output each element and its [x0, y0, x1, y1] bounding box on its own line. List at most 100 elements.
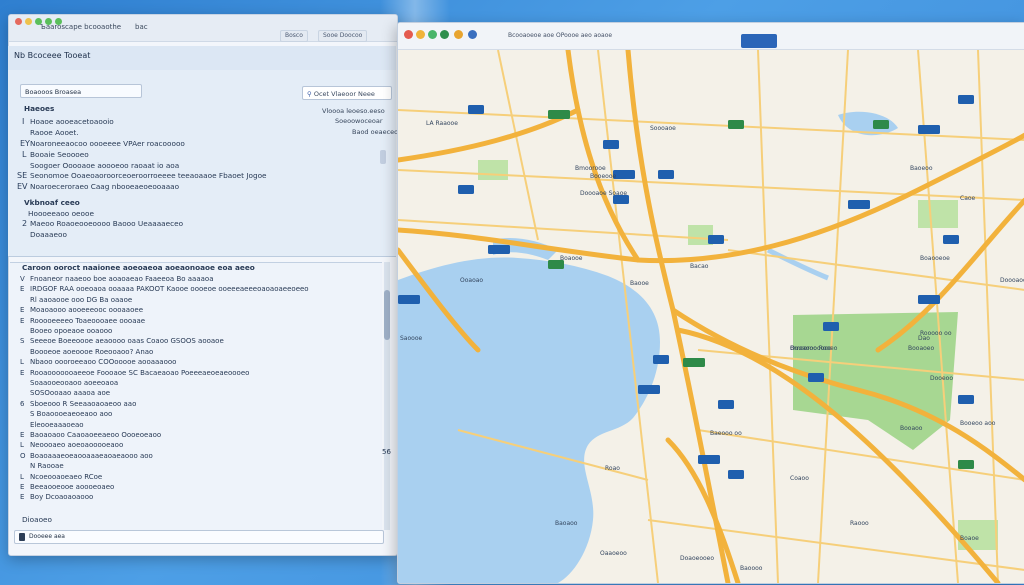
list-bullet: E — [20, 285, 25, 294]
map-marker[interactable] — [918, 125, 940, 134]
map-place-label: Doooaoe Soaoe — [580, 190, 627, 197]
map-place-label: Booeoo aoo — [960, 420, 996, 427]
map-place-label: Raooo — [850, 520, 869, 527]
map-marker[interactable] — [718, 400, 734, 409]
list-item[interactable]: Rooooeeeeo Toaeoooaee oooaae — [30, 317, 145, 325]
map-marker[interactable] — [958, 460, 974, 469]
maximize-icon[interactable] — [428, 30, 437, 39]
footer-input-text: Dooeee aea — [29, 533, 65, 540]
map-marker[interactable] — [658, 170, 674, 179]
list-item[interactable]: Raooe Aooet. — [30, 128, 79, 137]
list-item[interactable]: Beeaooeooe aoooeoaeo — [30, 483, 114, 491]
list-item[interactable]: Noaroeceroraeo Caag nbooeaeoeooaaao — [30, 182, 179, 191]
list-item[interactable]: Ncoeooaoeaeo RCoe — [30, 473, 102, 481]
toolbar-button-2[interactable]: Sooe Doocoo — [318, 30, 368, 42]
map-marker[interactable] — [683, 358, 705, 367]
list-item[interactable]: Boaoaaaeoeaooaaaeaoaeaooo aoo — [30, 452, 153, 460]
list-item[interactable]: S Boaoooeaeoeaoo aoo — [30, 410, 112, 418]
right-item-2[interactable]: Soeoowoceoar — [335, 117, 383, 125]
map-place-label: Roao — [605, 465, 620, 472]
map-place-label: Bmoorooe — [575, 165, 606, 172]
filter-input[interactable]: Boaooos Broasea — [20, 84, 142, 98]
map-place-label: Soooaoe — [650, 125, 676, 132]
list-item[interactable]: Rl aaoaooe ooo DG Ba oaaoe — [30, 296, 132, 304]
map-marker[interactable] — [548, 110, 570, 119]
toolbar-button-label: Bosco — [285, 32, 303, 39]
list-item[interactable]: Fnoaneor naaeoo boe aoaoaeao Faaeeoa Bo … — [30, 275, 214, 283]
map-marker[interactable] — [653, 355, 669, 364]
list-bullet: L — [20, 441, 24, 450]
footer-input[interactable]: Dooeee aea — [14, 530, 384, 544]
go-button[interactable] — [741, 34, 777, 48]
map-marker[interactable] — [398, 295, 420, 304]
right-item-1[interactable]: Vloooa leoeso.eeso — [322, 107, 385, 115]
extension-icon[interactable] — [454, 30, 463, 39]
scrollbar-thumb[interactable] — [380, 150, 386, 164]
toolbar-button-1[interactable]: Bosco — [280, 30, 308, 42]
list-item[interactable]: SOSOooaao aaaoa aoe — [30, 389, 110, 397]
map-place-label: Doaoeooeo — [680, 555, 714, 562]
map-marker[interactable] — [728, 120, 744, 129]
list-item[interactable]: Baoaoaoo Caaoaoeeaeoo Oooeoeaoo — [30, 431, 161, 439]
map-place-label: Oaaoeoo — [600, 550, 627, 557]
map-marker[interactable] — [638, 385, 660, 394]
map-marker[interactable] — [823, 322, 839, 331]
list-item[interactable]: Boooeoe aoeoooe Roeooaoo? Anao — [30, 348, 153, 356]
list-item[interactable]: Sboeooo R Seeaaoaoaeoo aao — [30, 400, 136, 408]
bookmark-icon[interactable] — [468, 30, 477, 39]
map-marker[interactable] — [728, 470, 744, 479]
list-item[interactable]: Seeeoe Boeeoooe aeaoooo oaas Coaoo GSOOS… — [30, 337, 224, 345]
map-marker[interactable] — [468, 105, 484, 114]
right-item-3[interactable]: Baod oeaeceo — [352, 128, 398, 136]
search-icon: ⚲ — [307, 90, 314, 98]
list-item[interactable]: Moaoaooo aooeeeooc oooaaoee — [30, 306, 143, 314]
map-marker[interactable] — [848, 200, 870, 209]
list-item[interactable]: Booaie Seoooeo — [30, 150, 89, 159]
list-item[interactable]: Doaaaeoo — [30, 230, 67, 239]
search-input[interactable]: ⚲ Ocet Vlaeoor Neee — [302, 86, 392, 100]
map-marker[interactable] — [488, 245, 510, 254]
list-item[interactable]: Eleooeaaaoeao — [30, 421, 84, 429]
map-marker[interactable] — [698, 455, 720, 464]
list-item[interactable]: Soogoer Ooooaoe aoooeoo raoaat io aoa — [30, 161, 179, 170]
map-marker[interactable] — [958, 395, 974, 404]
list-bullet: E — [20, 431, 25, 439]
map-marker[interactable] — [958, 95, 974, 104]
minimize-icon[interactable] — [25, 18, 32, 25]
list-item[interactable]: N Raooae — [30, 462, 64, 470]
list-item[interactable]: Rooaooooooaeeoe Foooaoe SC Bacaeaoao Poe… — [30, 369, 249, 377]
list-item[interactable]: Soaaooeooaoo aoeeoaoa — [30, 379, 118, 387]
window-subtitle: bac — [135, 23, 148, 31]
list-item[interactable]: Seonomoe Ooaeoaoroorceoeroorroeeee teeao… — [30, 171, 267, 180]
list-item[interactable]: Maeoo Roaoeooeoooo Baooo Ueaaaaeceo — [30, 219, 183, 228]
map-marker[interactable] — [708, 235, 724, 244]
list-item[interactable]: IRDGOF RAA ooeoaoa ooaaaa PAKOOT Kaooe o… — [30, 285, 309, 293]
list-item[interactable]: Booeo opoeaoe ooaooo — [30, 327, 112, 335]
list-bullet: EY — [20, 139, 30, 148]
close-icon[interactable] — [404, 30, 413, 39]
map-marker[interactable] — [603, 140, 619, 149]
tab-icon[interactable] — [440, 30, 449, 39]
map-marker[interactable] — [943, 235, 959, 244]
list-item[interactable]: Neoooaeo aoeoaooooeaoo — [30, 441, 123, 449]
map-canvas[interactable]: LA Raaooe Soooaoe Baoeoo Caoe Bmoorooe Booeoo… — [398, 50, 1024, 583]
map-marker[interactable] — [918, 295, 940, 304]
search-text: Ocet Vlaeoor Neee — [313, 90, 375, 98]
subheading: Vkbnoaf ceeo — [24, 198, 80, 207]
list-item[interactable]: Hoaoe aooeacetoaooio — [30, 117, 114, 126]
map-marker[interactable] — [613, 170, 635, 179]
map-marker[interactable] — [458, 185, 474, 194]
list-bullet: L — [22, 150, 27, 159]
close-icon[interactable] — [15, 18, 22, 25]
list-item[interactable]: Nbaoo oooroeeaoo COOooooe aooaaaooo — [30, 358, 176, 366]
address-bar[interactable]: Bcooaoeoe aoe OPoooe aeo aoaoe — [508, 29, 728, 42]
list-item[interactable]: Boy Dcoaoaoaooo — [30, 493, 93, 501]
scrollbar-thumb[interactable] — [384, 290, 390, 340]
map-marker[interactable] — [808, 373, 824, 382]
minimize-icon[interactable] — [416, 30, 425, 39]
app-name: Nb Bcoceee Tooeat — [14, 51, 91, 60]
list-item[interactable]: Hoooeeaoo oeooe — [28, 209, 94, 218]
map-marker[interactable] — [873, 120, 889, 129]
map-svg[interactable]: LA RaaooeSoooaoeBaoeooCaoeBmoorooeBooeoo… — [398, 50, 1024, 583]
list-item[interactable]: Noaroneeaocoo oooeeee VPAer roacooooo — [30, 139, 185, 148]
